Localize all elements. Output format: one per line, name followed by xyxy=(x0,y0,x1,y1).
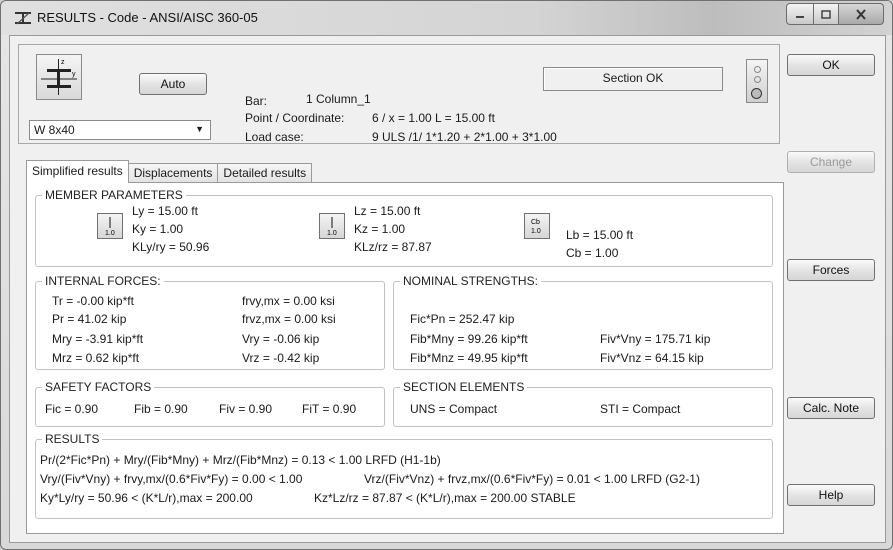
load-case-label: Load case: xyxy=(245,130,304,144)
fic-value: Fic = 0.90 xyxy=(45,402,99,416)
svg-text:Cb: Cb xyxy=(531,219,540,226)
buckling-y-icon[interactable]: 1.0 xyxy=(97,213,123,239)
ly-value: Ly = 15.00 ft xyxy=(132,204,198,218)
buckling-z-icon[interactable]: 1.0 xyxy=(319,213,345,239)
dialog-client-area: z y Auto W 8x40 ▼ Bar: 1 Column_1 Point … xyxy=(9,35,886,543)
tab-simplified-results[interactable]: Simplified results xyxy=(26,160,129,183)
shear-check-z: Vrz/(Fiv*Vnz) + frvz,mx/(0.6*Fiv*Fy) = 0… xyxy=(364,472,700,486)
tab-bar: Simplified results Displacements Detaile… xyxy=(26,160,313,183)
svg-text:1.0: 1.0 xyxy=(105,230,115,237)
tab-detailed-results[interactable]: Detailed results xyxy=(217,163,313,183)
maximize-button[interactable] xyxy=(814,3,839,25)
fit-value: FiT = 0.90 xyxy=(302,402,357,416)
mrz-value: Mrz = 0.62 kip*ft xyxy=(52,351,140,365)
safety-factors-group: SAFETY FACTORS Fic = 0.90 Fib = 0.90 Fiv… xyxy=(35,380,385,427)
svg-text:z: z xyxy=(61,59,65,66)
sti-value: STI = Compact xyxy=(600,402,681,416)
shear-check-y: Vry/(Fiv*Vny) + frvy,mx/(0.6*Fiv*Fy) = 0… xyxy=(40,472,303,486)
group-title: MEMBER PARAMETERS xyxy=(42,188,186,202)
header-box: z y Auto W 8x40 ▼ Bar: 1 Column_1 Point … xyxy=(18,44,780,144)
klz-rz-value: KLz/rz = 87.87 xyxy=(354,240,432,254)
point-label: Point / Coordinate: xyxy=(245,111,345,125)
lz-value: Lz = 15.00 ft xyxy=(354,204,421,218)
fib-mny-value: Fib*Mny = 99.26 kip*ft xyxy=(410,332,528,346)
i-beam-icon: z y xyxy=(41,59,77,95)
kly-ry-value: KLy/ry = 50.96 xyxy=(132,240,210,254)
column-icon: 1.0 xyxy=(327,217,337,237)
bar-label: Bar: xyxy=(245,94,268,108)
close-button[interactable] xyxy=(839,3,884,25)
fic-pn-value: Fic*Pn = 252.47 kip xyxy=(410,312,515,326)
svg-text:1.0: 1.0 xyxy=(531,228,541,235)
tab-displacements[interactable]: Displacements xyxy=(127,163,219,183)
kz-value: Kz = 1.00 xyxy=(354,222,406,236)
section-elements-group: SECTION ELEMENTS UNS = Compact STI = Com… xyxy=(393,380,773,427)
uns-value: UNS = Compact xyxy=(410,402,498,416)
pr-value: Pr = 41.02 kip xyxy=(52,312,127,326)
svg-text:y: y xyxy=(72,71,76,78)
indicator-light-icon xyxy=(751,88,762,99)
member-parameters-group: MEMBER PARAMETERS 1.0 Ly = 15.00 ft Ky =… xyxy=(35,188,773,267)
window-title: RESULTS - Code - ANSI/AISC 360-05 xyxy=(37,10,258,25)
minimize-button[interactable] xyxy=(786,3,814,25)
help-button[interactable]: Help xyxy=(787,484,875,506)
close-icon xyxy=(856,8,866,20)
status-indicator xyxy=(746,59,768,103)
indicator-dot-icon xyxy=(754,76,761,83)
lateral-buckling-icon[interactable]: Cb 1.0 xyxy=(524,213,550,239)
bar-value: 1 Column_1 xyxy=(306,92,371,106)
results-window: RESULTS - Code - ANSI/AISC 360-05 z y Au… xyxy=(0,0,893,550)
title-bar[interactable]: RESULTS - Code - ANSI/AISC 360-05 xyxy=(1,1,892,35)
group-title: SAFETY FACTORS xyxy=(42,380,155,394)
column-icon: 1.0 xyxy=(105,217,115,237)
interaction-check: Pr/(2*Fic*Pn) + Mry/(Fib*Mny) + Mrz/(Fib… xyxy=(40,453,441,467)
forces-button[interactable]: Forces xyxy=(787,259,875,281)
ky-value: Ky = 1.00 xyxy=(132,222,184,236)
calc-note-button[interactable]: Calc. Note xyxy=(787,397,875,419)
vry-value: Vry = -0.06 kip xyxy=(242,332,320,346)
fiv-vny-value: Fiv*Vny = 175.71 kip xyxy=(600,332,711,346)
chevron-down-icon: ▼ xyxy=(195,124,204,134)
simplified-results-panel: MEMBER PARAMETERS 1.0 Ly = 15.00 ft Ky =… xyxy=(26,182,784,534)
lb-value: Lb = 15.00 ft xyxy=(566,228,634,242)
fiv-vnz-value: Fiv*Vnz = 64.15 kip xyxy=(600,351,704,365)
ok-button[interactable]: OK xyxy=(787,54,875,76)
fiv-value: Fiv = 0.90 xyxy=(219,402,273,416)
group-title: INTERNAL FORCES: xyxy=(42,274,164,288)
profile-value: W 8x40 xyxy=(34,123,75,137)
auto-button[interactable]: Auto xyxy=(139,73,207,95)
svg-text:1.0: 1.0 xyxy=(327,230,337,237)
app-icon xyxy=(15,12,31,25)
indicator-dot-icon xyxy=(754,66,761,73)
cb-value: Cb = 1.00 xyxy=(566,246,619,260)
vrz-value: Vrz = -0.42 kip xyxy=(242,351,320,365)
frvy-value: frvy,mx = 0.00 ksi xyxy=(242,294,335,308)
slenderness-check-y: Ky*Ly/ry = 50.96 < (K*L/r),max = 200.00 xyxy=(40,491,253,505)
maximize-icon xyxy=(821,9,831,19)
minimize-icon xyxy=(796,16,804,18)
profile-select[interactable]: W 8x40 ▼ xyxy=(29,120,211,140)
results-group: RESULTS Pr/(2*Fic*Pn) + Mry/(Fib*Mny) + … xyxy=(35,432,773,519)
load-case-value: 9 ULS /1/ 1*1.20 + 2*1.00 + 3*1.00 xyxy=(372,130,557,144)
group-title: NOMINAL STRENGTHS: xyxy=(400,274,541,288)
group-title: SECTION ELEMENTS xyxy=(400,380,528,394)
status-box: Section OK xyxy=(543,67,723,91)
mry-value: Mry = -3.91 kip*ft xyxy=(52,332,144,346)
cb-icon: Cb 1.0 xyxy=(531,219,541,235)
nominal-strengths-group: NOMINAL STRENGTHS: Fic*Pn = 252.47 kip F… xyxy=(393,274,773,370)
tr-value: Tr = -0.00 kip*ft xyxy=(52,294,134,308)
group-title: RESULTS xyxy=(42,432,103,446)
caption-buttons xyxy=(786,3,884,25)
change-button[interactable]: Change xyxy=(787,151,875,173)
fib-mnz-value: Fib*Mnz = 49.95 kip*ft xyxy=(410,351,528,365)
point-value: 6 / x = 1.00 L = 15.00 ft xyxy=(372,111,495,125)
frvz-value: frvz,mx = 0.00 ksi xyxy=(242,312,336,326)
slenderness-check-z: Kz*Lz/rz = 87.87 < (K*L/r),max = 200.00 … xyxy=(314,491,576,505)
section-shape-button[interactable]: z y xyxy=(36,54,82,100)
internal-forces-group: INTERNAL FORCES: Tr = -0.00 kip*ft Pr = … xyxy=(35,274,385,370)
fib-value: Fib = 0.90 xyxy=(134,402,188,416)
